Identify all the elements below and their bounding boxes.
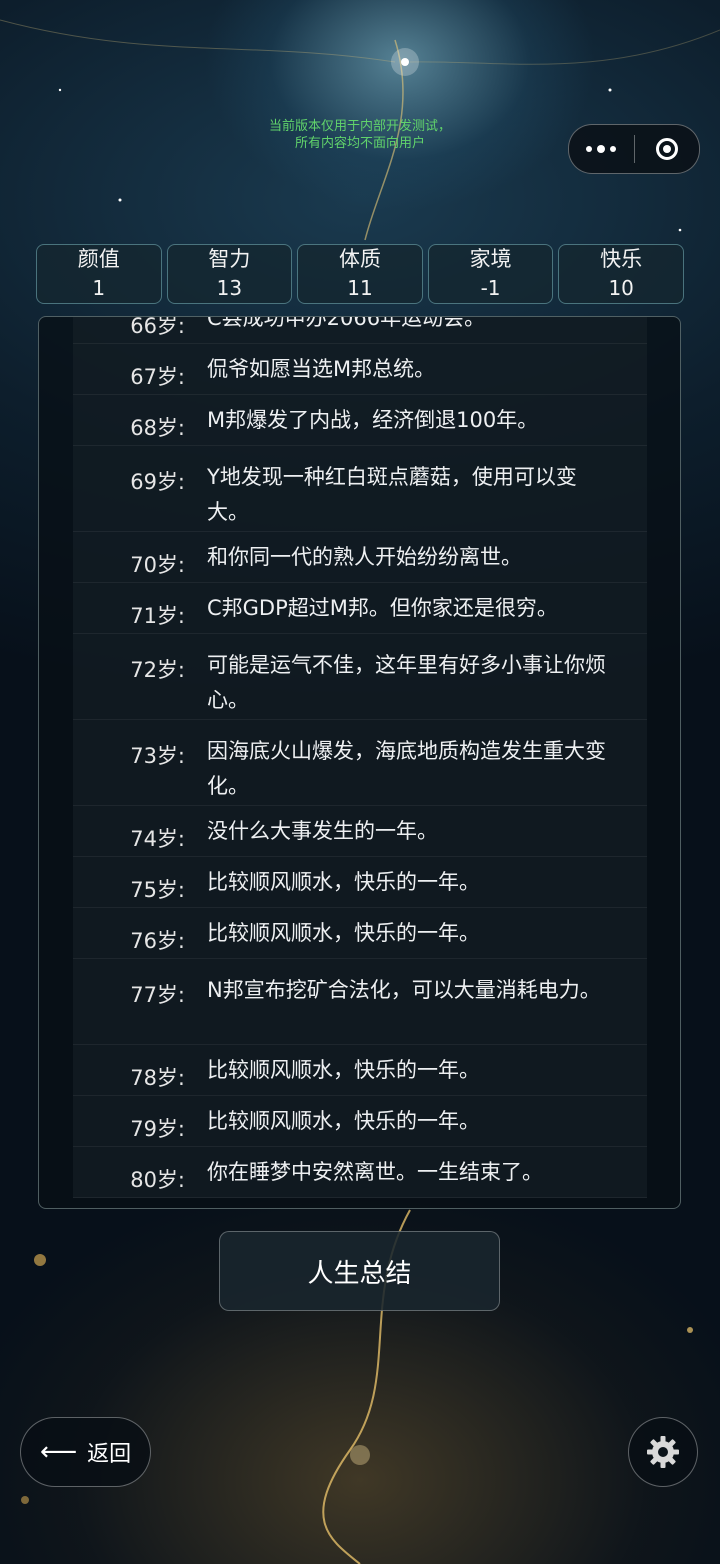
event-list: 66岁: C县成功申办2066年运动会。 67岁: 侃爷如愿当选M邦总统。 68岁:… bbox=[73, 316, 647, 1198]
list-item: 69岁: Y地发现一种红白斑点蘑菇，使用可以变大。 bbox=[73, 446, 647, 532]
stat-intelligence: 智力 13 bbox=[166, 244, 293, 304]
event-text: 可能是运气不佳，这年里有好多小事让你烦心。 bbox=[207, 653, 606, 712]
list-item: 71岁: C邦GDP超过M邦。但你家还是很穷。 bbox=[73, 583, 647, 634]
list-item: 66岁: C县成功申办2066年运动会。 bbox=[73, 316, 647, 344]
life-summary-button[interactable]: 人生总结 bbox=[219, 1231, 500, 1311]
event-age: 68岁: bbox=[130, 416, 185, 440]
life-event-log[interactable]: 66岁: C县成功申办2066年运动会。 67岁: 侃爷如愿当选M邦总统。 68岁:… bbox=[38, 316, 681, 1209]
list-item: 74岁: 没什么大事发生的一年。 bbox=[73, 806, 647, 857]
event-age: 71岁: bbox=[130, 604, 185, 628]
event-age: 76岁: bbox=[130, 929, 185, 953]
list-item: 80岁: 你在睡梦中安然离世。一生结束了。 bbox=[73, 1147, 647, 1198]
event-age: 70岁: bbox=[130, 553, 185, 577]
stat-value: 1 bbox=[92, 276, 106, 300]
event-age: 67岁: bbox=[130, 365, 185, 389]
event-age: 80岁: bbox=[130, 1168, 185, 1192]
event-age: 69岁: bbox=[130, 470, 185, 494]
stat-constitution: 体质 11 bbox=[297, 244, 423, 304]
stat-label: 快乐 bbox=[600, 247, 643, 271]
event-text: M邦爆发了内战，经济倒退100年。 bbox=[207, 408, 539, 432]
event-text: 比较顺风顺水，快乐的一年。 bbox=[207, 1109, 480, 1133]
settings-button[interactable] bbox=[628, 1417, 698, 1487]
event-age: 79岁: bbox=[130, 1117, 185, 1141]
back-label: 返回 bbox=[87, 1442, 132, 1467]
event-age: 72岁: bbox=[130, 658, 185, 682]
list-item: 75岁: 比较顺风顺水，快乐的一年。 bbox=[73, 857, 647, 908]
list-item: 79岁: 比较顺风顺水，快乐的一年。 bbox=[73, 1096, 647, 1147]
event-text: 因海底火山爆发，海底地质构造发生重大变化。 bbox=[207, 739, 606, 798]
event-text: 比较顺风顺水，快乐的一年。 bbox=[207, 1058, 480, 1082]
list-item: 72岁: 可能是运气不佳，这年里有好多小事让你烦心。 bbox=[73, 634, 647, 720]
event-text: 没什么大事发生的一年。 bbox=[207, 819, 438, 843]
attribute-bar: 颜值 1 智力 13 体质 11 家境 -1 快乐 10 bbox=[36, 244, 684, 304]
event-text: C县成功申办2066年运动会。 bbox=[207, 316, 486, 330]
list-item: 68岁: M邦爆发了内战，经济倒退100年。 bbox=[73, 395, 647, 446]
stat-value: 11 bbox=[347, 276, 373, 300]
stat-family: 家境 -1 bbox=[427, 244, 554, 304]
close-button[interactable] bbox=[635, 125, 700, 173]
event-text: 你在睡梦中安然离世。一生结束了。 bbox=[207, 1160, 543, 1184]
stat-value: 13 bbox=[216, 276, 243, 300]
event-age: 77岁: bbox=[130, 983, 185, 1007]
event-age: 73岁: bbox=[130, 744, 185, 768]
event-age: 74岁: bbox=[130, 827, 185, 851]
event-text: Y地发现一种红白斑点蘑菇，使用可以变大。 bbox=[207, 465, 577, 524]
more-button[interactable] bbox=[569, 125, 634, 173]
event-age: 75岁: bbox=[130, 878, 185, 902]
gear-icon bbox=[647, 1436, 679, 1468]
back-button[interactable]: ⟵ 返回 bbox=[20, 1417, 151, 1487]
stat-label: 体质 bbox=[338, 247, 381, 271]
event-text: 和你同一代的熟人开始纷纷离世。 bbox=[207, 545, 522, 569]
stat-label: 家境 bbox=[469, 247, 512, 271]
list-item: 78岁: 比较顺风顺水，快乐的一年。 bbox=[73, 1045, 647, 1096]
mini-program-capsule bbox=[568, 124, 700, 174]
list-item: 76岁: 比较顺风顺水，快乐的一年。 bbox=[73, 908, 647, 959]
list-item: 77岁: N邦宣布挖矿合法化，可以大量消耗电力。 bbox=[73, 959, 647, 1045]
list-item: 70岁: 和你同一代的熟人开始纷纷离世。 bbox=[73, 532, 647, 583]
event-text: N邦宣布挖矿合法化，可以大量消耗电力。 bbox=[207, 978, 601, 1002]
list-item: 73岁: 因海底火山爆发，海底地质构造发生重大变化。 bbox=[73, 720, 647, 806]
event-text: 比较顺风顺水，快乐的一年。 bbox=[207, 921, 480, 945]
event-age: 66岁: bbox=[130, 316, 185, 338]
target-circle-icon bbox=[655, 138, 678, 160]
stat-happiness: 快乐 10 bbox=[558, 244, 684, 304]
event-age: 78岁: bbox=[130, 1066, 185, 1090]
event-text: 比较顺风顺水，快乐的一年。 bbox=[207, 870, 480, 894]
stat-value: 10 bbox=[608, 276, 634, 300]
list-item: 67岁: 侃爷如愿当选M邦总统。 bbox=[73, 344, 647, 395]
stat-label: 智力 bbox=[208, 247, 251, 271]
more-dots-icon bbox=[586, 145, 617, 153]
event-text: 侃爷如愿当选M邦总统。 bbox=[207, 357, 436, 381]
stat-appearance: 颜值 1 bbox=[36, 244, 162, 304]
back-arrow-icon: ⟵ bbox=[39, 1437, 78, 1467]
stat-label: 颜值 bbox=[77, 247, 120, 271]
stat-value: -1 bbox=[480, 276, 501, 300]
event-text: C邦GDP超过M邦。但你家还是很穷。 bbox=[207, 596, 558, 620]
